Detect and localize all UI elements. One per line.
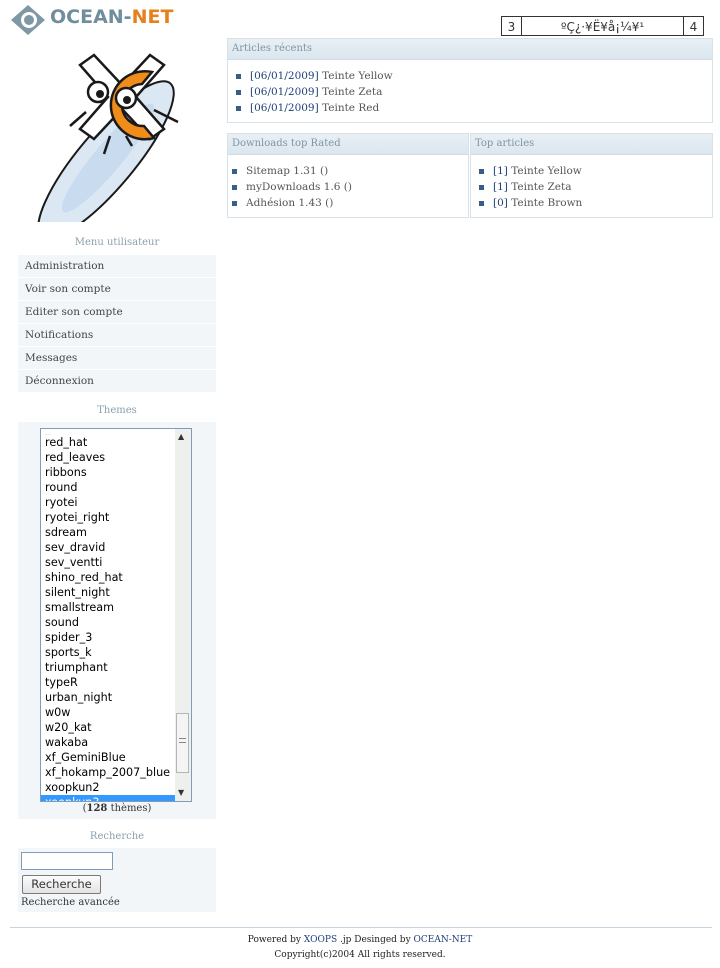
pager-title: ºÇ¿·¥Ë¥å¡¼¥¹ (521, 16, 684, 36)
theme-option[interactable]: round (41, 480, 175, 495)
theme-option[interactable]: triumphant (41, 660, 175, 675)
theme-list-scrollbar[interactable]: ▲ ▼ (175, 429, 191, 801)
recent-articles-panel: Articles récents [06/01/2009] Teinte Yel… (227, 38, 713, 123)
download-item[interactable]: myDownloads 1.6 () (232, 179, 468, 195)
logo-mark-icon (11, 5, 45, 35)
theme-option[interactable]: sports_k (41, 645, 175, 660)
footer-copyright: Copyright(c)2004 All rights reserved. (274, 950, 446, 960)
theme-option[interactable]: spider_3 (41, 630, 175, 645)
recent-article-item[interactable]: [06/01/2009] Teinte Red (236, 100, 712, 116)
theme-option[interactable]: urban_night (41, 690, 175, 705)
top-articles-panel: Top articles [1] Teinte Yellow [1] Teint… (470, 133, 713, 218)
menu-item-edit-account[interactable]: Editer son compte (18, 301, 216, 324)
downloads-panel: Downloads top Rated Sitemap 1.31 () myDo… (227, 133, 469, 218)
pager-next-button[interactable]: 4 (683, 16, 704, 36)
site-logo[interactable]: OCEAN-NET (10, 4, 230, 36)
downloads-title: Downloads top Rated (228, 134, 468, 155)
themes-title: Themes (97, 405, 137, 416)
theme-option[interactable]: sev_dravid (41, 540, 175, 555)
theme-option[interactable]: smallstream (41, 600, 175, 615)
theme-option[interactable]: sound (41, 615, 175, 630)
search-title: Recherche (89, 831, 145, 842)
top-article-item[interactable]: [0] Teinte Brown (479, 195, 712, 211)
theme-option[interactable]: red_leaves (41, 450, 175, 465)
theme-option[interactable]: w20_kat (41, 720, 175, 735)
footer-divider (10, 927, 712, 928)
menu-item-logout[interactable]: Déconnexion (18, 370, 216, 393)
search-input[interactable] (21, 852, 113, 870)
mascot-surfer-image (37, 53, 179, 222)
theme-option[interactable]: sev_ventti (41, 555, 175, 570)
footer-powered: Powered by XOOPS .jp Desinged by OCEAN-N… (247, 935, 473, 945)
recent-articles-title: Articles récents (228, 39, 712, 60)
scroll-down-arrow-icon[interactable]: ▼ (178, 789, 184, 797)
theme-option[interactable]: xoopkun3 (41, 795, 175, 801)
theme-option[interactable]: ryotei_right (41, 510, 175, 525)
scroll-up-arrow-icon[interactable]: ▲ (178, 433, 184, 441)
menu-item-view-account[interactable]: Voir son compte (18, 278, 216, 301)
theme-count: (128 thèmes) (82, 803, 152, 814)
ocean-net-link[interactable]: OCEAN-NET (414, 935, 473, 945)
download-item[interactable]: Sitemap 1.31 () (232, 163, 468, 179)
recent-article-item[interactable]: [06/01/2009] Teinte Zeta (236, 84, 712, 100)
grip-icon (179, 738, 186, 743)
download-item[interactable]: Adhésion 1.43 () (232, 195, 468, 211)
theme-option[interactable]: ryotei (41, 495, 175, 510)
theme-option[interactable]: ribbons (41, 465, 175, 480)
user-menu: Administration Voir son compte Editer so… (18, 255, 216, 393)
top-article-item[interactable]: [1] Teinte Yellow (479, 163, 712, 179)
advanced-search-link[interactable]: Recherche avancée (21, 897, 120, 908)
menu-item-notifications[interactable]: Notifications (18, 324, 216, 347)
theme-option[interactable]: xoopkun2 (41, 780, 175, 795)
logo-text: OCEAN-NET (50, 6, 174, 28)
theme-option[interactable]: red_hat (41, 435, 175, 450)
theme-option[interactable]: xf_hokamp_2007_blue (41, 765, 175, 780)
top-article-item[interactable]: [1] Teinte Zeta (479, 179, 712, 195)
xoops-link[interactable]: XOOPS (304, 935, 337, 945)
scrollbar-thumb[interactable] (176, 713, 189, 773)
menu-item-messages[interactable]: Messages (18, 347, 216, 370)
search-button[interactable]: Recherche (22, 875, 101, 894)
theme-option[interactable]: wakaba (41, 735, 175, 750)
theme-option[interactable]: xf_GeminiBlue (41, 750, 175, 765)
theme-option[interactable]: sdream (41, 525, 175, 540)
recent-article-item[interactable]: [06/01/2009] Teinte Yellow (236, 68, 712, 84)
user-menu-title: Menu utilisateur (74, 237, 160, 248)
theme-option[interactable]: w0w (41, 705, 175, 720)
pager-prev-button[interactable]: 3 (501, 16, 522, 36)
theme-select-list[interactable]: _ red_hatred_leavesribbonsroundryoteiryo… (40, 428, 192, 802)
top-articles-title: Top articles (471, 134, 712, 155)
theme-option[interactable]: typeR (41, 675, 175, 690)
theme-option[interactable]: silent_night (41, 585, 175, 600)
menu-item-administration[interactable]: Administration (18, 255, 216, 278)
theme-option[interactable]: shino_red_hat (41, 570, 175, 585)
